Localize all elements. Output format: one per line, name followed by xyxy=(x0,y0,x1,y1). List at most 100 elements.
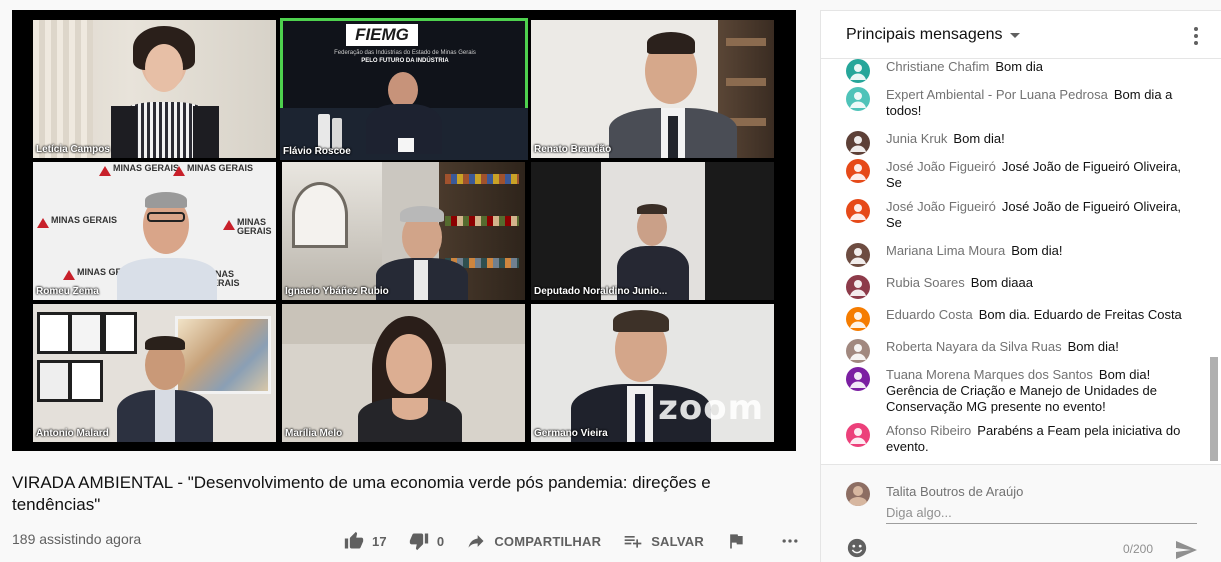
minas-gerais-logo: MINAS GERAIS xyxy=(237,217,272,236)
chat-author[interactable]: Roberta Nayara da Silva Ruas xyxy=(886,339,1062,354)
participant-grid: Letícia Campos FIEMG Federação das Indús… xyxy=(12,10,796,451)
participant-name: Letícia Campos xyxy=(36,144,110,155)
chat-message-input[interactable]: Diga algo... xyxy=(886,505,1197,524)
chat-message[interactable]: Eduardo Costa Bom dia. Eduardo de Freitas… xyxy=(846,307,1191,331)
chat-message-content: José João Figueiró José João de Figueiró … xyxy=(886,199,1191,231)
chat-author[interactable]: Mariana Lima Moura xyxy=(886,243,1005,258)
participant-tile: Letícia Campos xyxy=(33,20,276,158)
participant-name: Antonio Malard xyxy=(36,428,109,439)
avatar xyxy=(846,159,870,183)
participant-name: Renato Brandão xyxy=(534,144,612,155)
avatar xyxy=(846,199,870,223)
chat-message[interactable]: Junia Kruk Bom dia! xyxy=(846,131,1191,155)
participant-name: Marília Melo xyxy=(285,428,343,439)
avatar xyxy=(846,482,870,506)
zoom-watermark: zoom xyxy=(658,388,764,428)
chat-author[interactable]: Tuana Morena Marques dos Santos xyxy=(886,367,1093,382)
emoji-icon[interactable] xyxy=(846,537,868,559)
video-title: VIRADA AMBIENTAL - "Desenvolvimento de u… xyxy=(12,473,711,514)
chat-message-content: Rubia Soares Bom diaaa xyxy=(886,275,1191,291)
avatar-person-icon xyxy=(850,312,866,328)
fiemg-subtitle: Federação das Indústrias do Estado de Mi… xyxy=(334,50,476,64)
chat-message[interactable]: Roberta Nayara da Silva Ruas Bom dia! xyxy=(846,339,1191,363)
participant-tile: MINAS GERAIS MINAS GERAIS MINAS GERAIS M… xyxy=(33,162,276,300)
chat-message-content: Expert Ambiental - Por Luana Pedrosa Bom … xyxy=(886,87,1191,119)
chat-mode-selector[interactable]: Principais mensagens xyxy=(846,26,1003,44)
dropdown-caret-icon[interactable] xyxy=(1010,33,1020,38)
like-count: 17 xyxy=(372,533,387,549)
minas-gerais-logo: MINAS GERAIS xyxy=(51,215,118,225)
flag-icon xyxy=(730,534,743,549)
participant-tile: Deputado Noraldino Junio... xyxy=(531,162,774,300)
avatar-person-icon xyxy=(850,204,866,220)
participant-name: Ignacio Ybáñez Rubio xyxy=(285,286,389,297)
avatar-person-icon xyxy=(850,344,866,360)
chat-message-content: Roberta Nayara da Silva Ruas Bom dia! xyxy=(886,339,1191,355)
more-button[interactable] xyxy=(780,531,808,551)
chat-author[interactable]: Rubia Soares xyxy=(886,275,965,290)
chat-message-content: Junia Kruk Bom dia! xyxy=(886,131,1191,147)
dislike-count: 0 xyxy=(436,533,445,549)
video-player[interactable]: Letícia Campos FIEMG Federação das Indús… xyxy=(12,10,796,451)
participant-tile: Antonio Malard xyxy=(33,304,276,442)
avatar xyxy=(846,87,870,111)
chat-author[interactable]: Junia Kruk xyxy=(886,131,947,146)
chat-message-content: José João Figueiró José João de Figueiró … xyxy=(886,159,1191,191)
chat-message[interactable]: José João Figueiró José João de Figueiró … xyxy=(846,199,1191,231)
avatar xyxy=(846,275,870,299)
chat-text: Bom dia. Eduardo de Freitas Costa xyxy=(978,307,1182,322)
minas-gerais-logo: MINAS GERAIS xyxy=(113,163,180,173)
avatar-person-icon xyxy=(850,428,866,444)
chat-message[interactable]: Christiane Chafim Bom dia xyxy=(846,59,1191,83)
chat-message[interactable]: Expert Ambiental - Por Luana Pedrosa Bom … xyxy=(846,87,1191,119)
participant-tile: zoom Germano Vieira xyxy=(531,304,774,442)
character-counter: 0/200 xyxy=(1123,542,1154,556)
chat-author[interactable]: Expert Ambiental - Por Luana Pedrosa xyxy=(886,87,1108,102)
chat-author[interactable]: Christiane Chafim xyxy=(886,59,989,74)
avatar-person-icon xyxy=(850,248,866,264)
participant-tile: Marília Melo xyxy=(282,304,525,442)
report-button[interactable] xyxy=(726,531,754,551)
avatar-person-icon xyxy=(850,372,866,388)
avatar xyxy=(846,339,870,363)
avatar xyxy=(846,243,870,267)
share-icon xyxy=(468,535,484,548)
like-button[interactable]: 17 xyxy=(344,531,387,551)
chat-message[interactable]: Afonso Ribeiro Parabéns a Feam pela inici… xyxy=(846,423,1191,455)
avatar xyxy=(846,59,870,83)
avatar xyxy=(846,307,870,331)
chat-author[interactable]: Afonso Ribeiro xyxy=(886,423,971,438)
chat-input-area: Talita Boutros de Araújo Diga algo... 0/… xyxy=(821,464,1221,562)
avatar xyxy=(846,131,870,155)
participant-name: Germano Vieira xyxy=(534,428,608,439)
participant-tile-active: FIEMG Federação das Indústrias do Estado… xyxy=(280,18,528,160)
chat-author[interactable]: Eduardo Costa xyxy=(886,307,973,322)
save-button[interactable]: SALVAR xyxy=(623,531,704,551)
dislike-button[interactable]: 0 xyxy=(409,531,444,551)
current-user-name: Talita Boutros de Araújo xyxy=(886,484,1024,499)
participant-name: Romeu Zema xyxy=(36,286,99,297)
more-vertical-icon[interactable] xyxy=(1194,27,1198,45)
chat-message[interactable]: Tuana Morena Marques dos Santos Bom dia! … xyxy=(846,367,1191,415)
avatar xyxy=(846,423,870,447)
avatar xyxy=(846,367,870,391)
playlist-add-icon xyxy=(624,536,642,548)
save-label: SALVAR xyxy=(651,533,704,549)
share-button[interactable]: COMPARTILHAR xyxy=(466,531,601,551)
chat-message[interactable]: José João Figueiró José João de Figueiró … xyxy=(846,159,1191,191)
avatar-person-icon xyxy=(850,92,866,108)
chat-author[interactable]: José João Figueiró xyxy=(886,159,996,174)
chat-message[interactable]: Rubia Soares Bom diaaa xyxy=(846,275,1191,299)
avatar-person-icon xyxy=(850,64,866,80)
chat-message-content: Tuana Morena Marques dos Santos Bom dia! … xyxy=(886,367,1191,415)
send-icon[interactable] xyxy=(1174,538,1198,562)
chat-message[interactable]: Mariana Lima Moura Bom dia! xyxy=(846,243,1191,267)
avatar-person-icon xyxy=(850,280,866,296)
more-horizontal-icon xyxy=(782,539,798,543)
participant-name: Deputado Noraldino Junio... xyxy=(534,286,668,297)
participant-tile: Ignacio Ybáñez Rubio xyxy=(282,162,525,300)
chat-scrollbar[interactable] xyxy=(1210,357,1218,461)
chat-author[interactable]: José João Figueiró xyxy=(886,199,996,214)
chat-text: Bom dia! xyxy=(1067,339,1119,354)
live-chat: Principais mensagens Christiane Chafim Bo… xyxy=(820,10,1221,562)
